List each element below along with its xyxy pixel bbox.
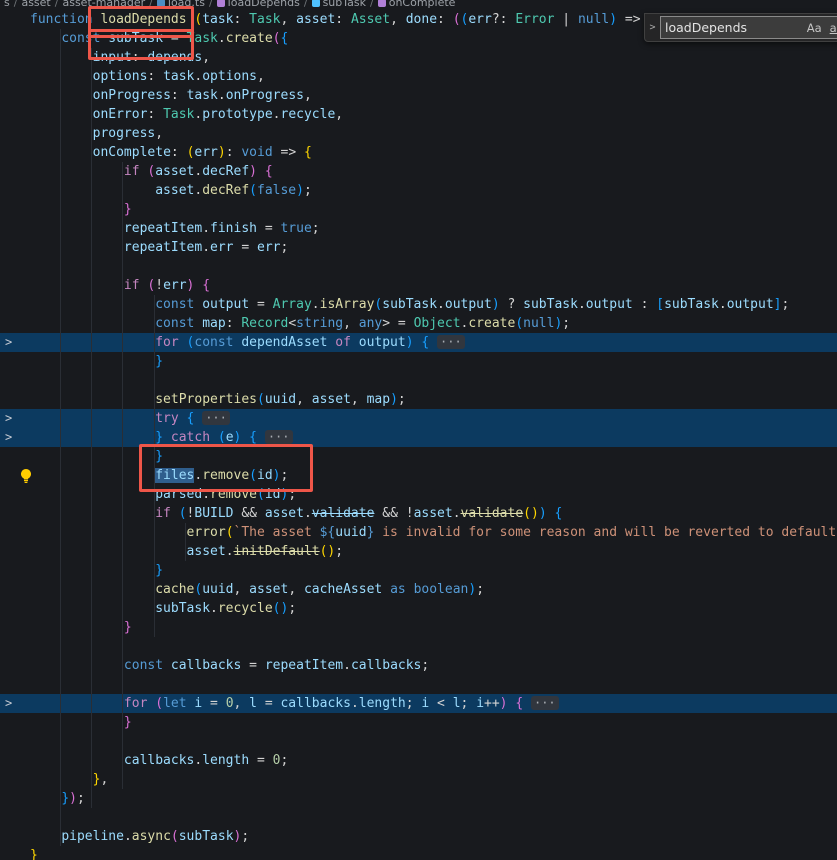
code-line[interactable]: } bbox=[0, 561, 837, 580]
code-line[interactable]: setProperties(uuid, asset, map); bbox=[0, 390, 837, 409]
code-line[interactable]: progress, bbox=[0, 124, 837, 143]
breadcrumb-item-label: loadDepends bbox=[227, 0, 300, 9]
match-case-button[interactable]: Aa bbox=[804, 20, 825, 36]
breadcrumb-item[interactable]: onComplete bbox=[377, 0, 456, 9]
code-line[interactable]: asset.decRef(false); bbox=[0, 181, 837, 200]
fold-chevron-icon[interactable]: > bbox=[5, 333, 12, 352]
breadcrumb-separator: / bbox=[303, 0, 308, 9]
code-line[interactable] bbox=[0, 371, 837, 390]
chevron-right-icon: > bbox=[649, 22, 656, 33]
breadcrumb-item-label: onComplete bbox=[388, 0, 456, 9]
breadcrumb-item-label: load.ts bbox=[167, 0, 205, 9]
find-widget: > loadDepends Aa ab bbox=[644, 13, 837, 42]
breadcrumb-item[interactable]: s bbox=[4, 0, 10, 9]
code-line[interactable]: error(`The asset ${uuid} is invalid for … bbox=[0, 523, 837, 542]
code-line[interactable]: > try { ··· bbox=[0, 409, 837, 428]
code-line[interactable] bbox=[0, 675, 837, 694]
code-line[interactable]: parsed.remove(id); bbox=[0, 485, 837, 504]
breadcrumb-separator: / bbox=[54, 0, 59, 9]
code-line[interactable] bbox=[0, 808, 837, 827]
code-line[interactable]: const map: Record<string, any> = Object.… bbox=[0, 314, 837, 333]
code-line[interactable]: options: task.options, bbox=[0, 67, 837, 86]
code-line[interactable]: callbacks.length = 0; bbox=[0, 751, 837, 770]
code-line[interactable]: input: depends, bbox=[0, 48, 837, 67]
breadcrumb-item[interactable]: loadDepends bbox=[216, 0, 300, 9]
code-line[interactable]: > } catch (e) { ··· bbox=[0, 428, 837, 447]
code-line[interactable]: } bbox=[0, 447, 837, 466]
fold-chevron-icon[interactable]: > bbox=[5, 694, 12, 713]
fold-chevron-icon[interactable]: > bbox=[5, 428, 12, 447]
code-line[interactable]: } bbox=[0, 618, 837, 637]
code-line[interactable]: asset.initDefault(); bbox=[0, 542, 837, 561]
fold-chevron-icon[interactable]: > bbox=[5, 409, 12, 428]
whole-word-button[interactable]: ab bbox=[827, 20, 837, 36]
code-line[interactable]: if (asset.decRef) { bbox=[0, 162, 837, 181]
code-line[interactable]: repeatItem.err = err; bbox=[0, 238, 837, 257]
code-line[interactable]: repeatItem.finish = true; bbox=[0, 219, 837, 238]
breadcrumb-item-label: s bbox=[4, 0, 10, 9]
breadcrumb-item-label: asset bbox=[21, 0, 51, 9]
breadcrumb-separator: / bbox=[370, 0, 374, 9]
breadcrumb: s / asset / asset-manager / load.ts / loadDepend… bbox=[0, 0, 837, 10]
code-line[interactable]: } bbox=[0, 713, 837, 732]
variable-icon bbox=[311, 0, 320, 7]
code-line[interactable]: } bbox=[0, 200, 837, 219]
lightbulb-icon[interactable] bbox=[20, 468, 32, 489]
code-line[interactable]: onComplete: (err): void => { bbox=[0, 143, 837, 162]
code-line[interactable] bbox=[0, 732, 837, 751]
code-line[interactable]: } bbox=[0, 846, 837, 860]
code-line[interactable]: > for (const dependAsset of output) { ··… bbox=[0, 333, 837, 352]
toggle-replace-button[interactable]: > bbox=[645, 14, 660, 41]
code-line[interactable]: files.remove(id); bbox=[0, 466, 837, 485]
find-input[interactable]: loadDepends Aa ab bbox=[660, 16, 837, 39]
breadcrumb-item[interactable]: load.ts bbox=[156, 0, 205, 9]
typescript-file-icon bbox=[156, 0, 165, 7]
find-query-text: loadDepends bbox=[665, 20, 748, 35]
code-line[interactable]: pipeline.async(subTask); bbox=[0, 827, 837, 846]
code-line[interactable]: onError: Task.prototype.recycle, bbox=[0, 105, 837, 124]
code-line[interactable] bbox=[0, 637, 837, 656]
breadcrumb-item[interactable]: asset bbox=[21, 0, 50, 9]
breadcrumb-separator: / bbox=[13, 0, 18, 9]
breadcrumb-item[interactable]: subTask bbox=[311, 0, 367, 9]
code-line[interactable]: subTask.recycle(); bbox=[0, 599, 837, 618]
code-line[interactable]: cache(uuid, asset, cacheAsset as boolean… bbox=[0, 580, 837, 599]
code-line[interactable]: if (!err) { bbox=[0, 276, 837, 295]
breadcrumb-item-label: subTask bbox=[322, 0, 367, 9]
code-line[interactable]: } bbox=[0, 352, 837, 371]
code-line[interactable]: > for (let i = 0, l = callbacks.length; … bbox=[0, 694, 837, 713]
code-area[interactable]: function loadDepends (task: Task, asset:… bbox=[0, 10, 837, 860]
code-line[interactable]: onProgress: task.onProgress, bbox=[0, 86, 837, 105]
code-line[interactable] bbox=[0, 257, 837, 276]
code-line[interactable]: }, bbox=[0, 770, 837, 789]
code-line[interactable]: }); bbox=[0, 789, 837, 808]
breadcrumb-item[interactable]: asset-manager bbox=[62, 0, 145, 9]
method-icon bbox=[216, 0, 225, 7]
method-icon bbox=[377, 0, 386, 7]
breadcrumb-item-label: asset-manager bbox=[62, 0, 146, 9]
breadcrumb-separator: / bbox=[208, 0, 213, 9]
code-line[interactable]: const output = Array.isArray(subTask.out… bbox=[0, 295, 837, 314]
code-editor: function loadDepends (task: Task, asset:… bbox=[0, 0, 837, 860]
breadcrumb-separator: / bbox=[149, 0, 153, 9]
code-line[interactable]: if (!BUILD && asset.validate && !asset.v… bbox=[0, 504, 837, 523]
code-line[interactable]: const callbacks = repeatItem.callbacks; bbox=[0, 656, 837, 675]
